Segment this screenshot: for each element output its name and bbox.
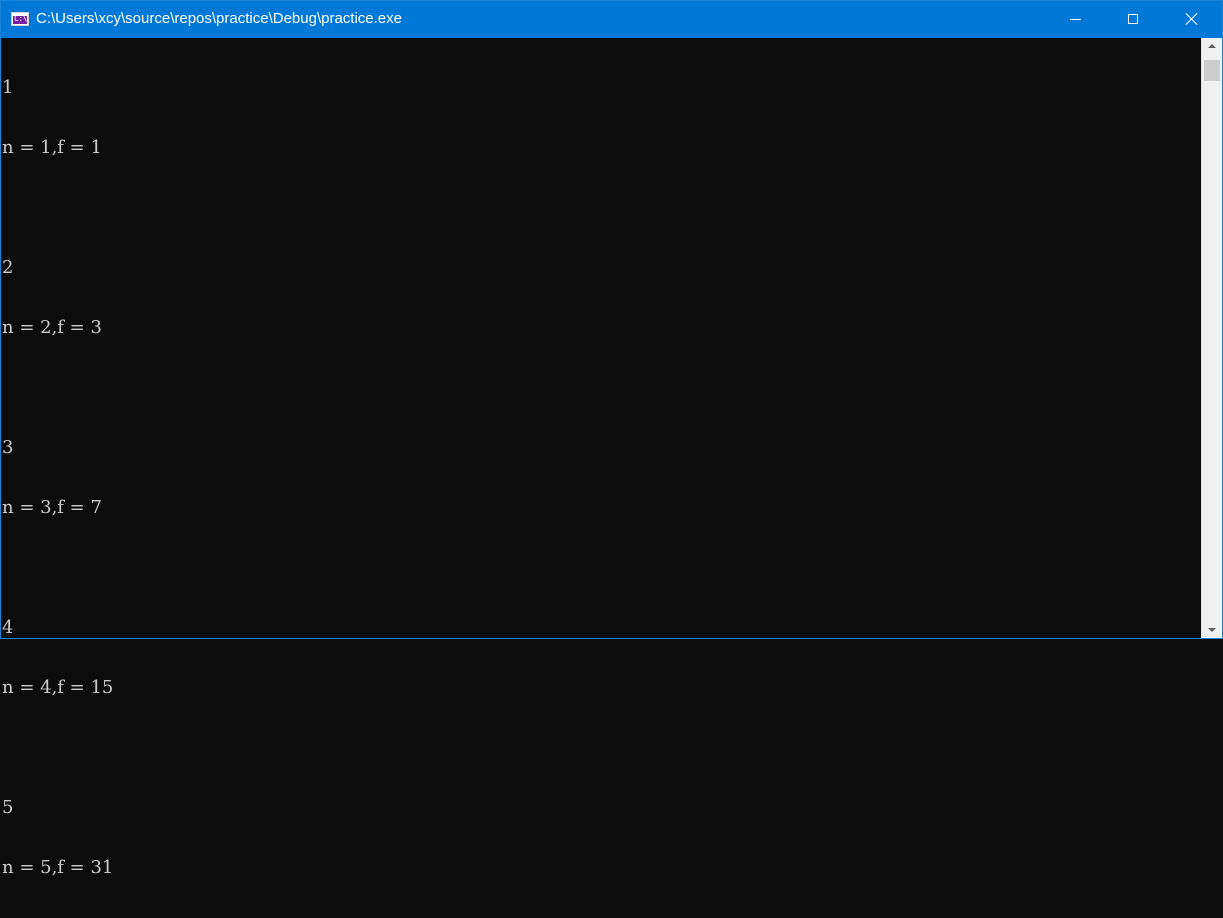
close-button[interactable] <box>1163 1 1221 38</box>
console-line: n = 3,f = 7 <box>2 497 102 518</box>
scroll-thumb[interactable] <box>1204 60 1220 81</box>
minimize-icon <box>1070 19 1081 20</box>
console-app-icon-glyph: C:\ <box>14 14 27 23</box>
console-output[interactable]: 1 n = 1,f = 1 2 n = 2,f = 3 3 n = 3,f = … <box>1 38 1201 878</box>
console-line: 1 <box>2 77 14 98</box>
minimize-button[interactable] <box>1047 1 1105 38</box>
console-line: 2 <box>2 257 14 278</box>
scroll-down-icon <box>1208 628 1216 632</box>
maximize-icon <box>1128 14 1138 24</box>
scroll-down-button[interactable] <box>1202 621 1222 638</box>
maximize-button[interactable] <box>1105 1 1163 38</box>
title-bar[interactable]: C:\ C:\Users\xcy\source\repos\practice\D… <box>1 1 1222 38</box>
vertical-scrollbar[interactable] <box>1201 38 1222 638</box>
console-line: n = 5,f = 31 <box>2 857 114 878</box>
close-icon <box>1186 13 1198 25</box>
console-line: n = 1,f = 1 <box>2 137 102 158</box>
console-line: n = 2,f = 3 <box>2 317 102 338</box>
window-title: C:\Users\xcy\source\repos\practice\Debug… <box>36 10 402 27</box>
console-line: 3 <box>2 437 14 458</box>
console-app-icon[interactable]: C:\ <box>11 12 29 26</box>
console-line: 4 <box>2 617 14 638</box>
console-window: C:\ C:\Users\xcy\source\repos\practice\D… <box>0 0 1223 878</box>
console-line: 5 <box>2 797 14 818</box>
scroll-up-icon <box>1208 44 1216 48</box>
scroll-up-button[interactable] <box>1202 38 1222 55</box>
console-line: n = 4,f = 15 <box>2 677 114 698</box>
